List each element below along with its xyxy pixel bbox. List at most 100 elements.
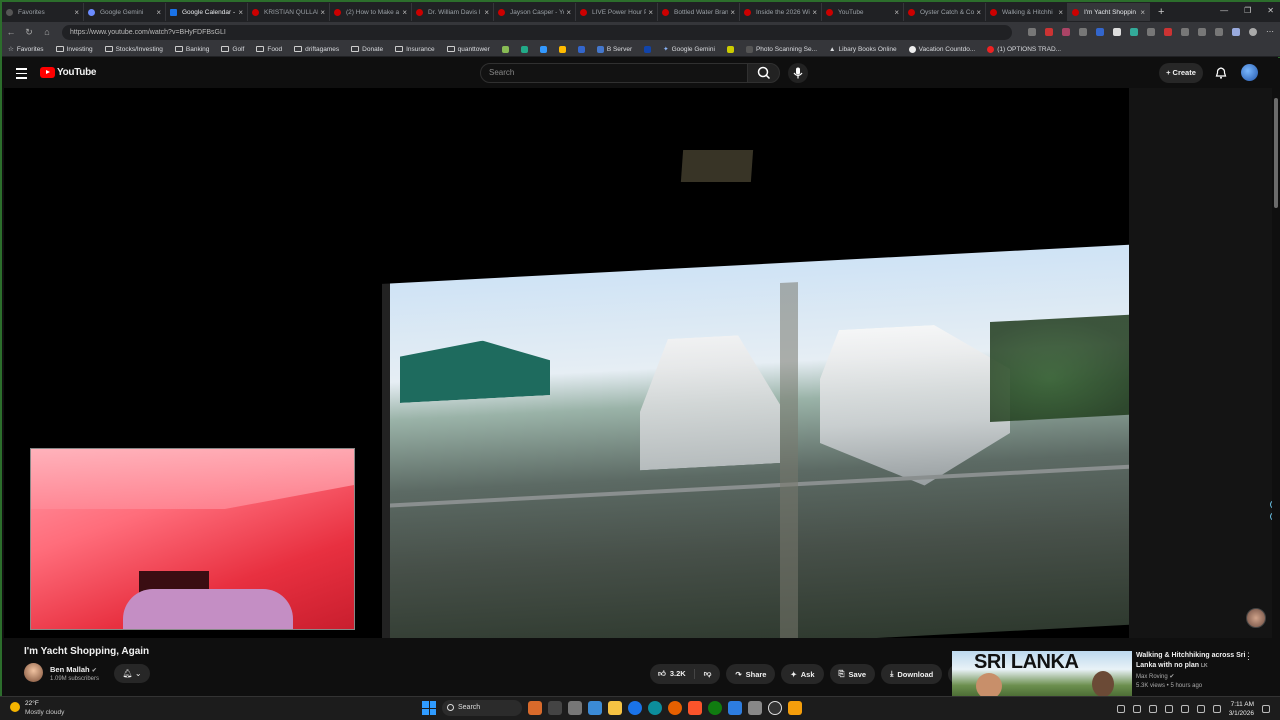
taskbar-app-icon[interactable] [528,701,542,715]
taskbar-search[interactable]: Search [442,700,522,716]
bookmark-folder[interactable]: Donate [351,46,383,53]
account-avatar[interactable] [1241,64,1258,81]
tab-gemini[interactable]: Google Gemini × [84,3,166,21]
bookmark-folder[interactable]: Stocks/Investing [104,46,163,53]
ask-button[interactable]: ✦ Ask [781,664,824,684]
tab-youtube[interactable]: Jayson Casper - Yo × [494,3,576,21]
close-icon[interactable]: × [648,8,653,17]
network-icon[interactable] [1196,705,1205,713]
scrollbar-thumb[interactable] [1274,98,1278,208]
floating-avatar[interactable] [1246,608,1266,628]
chevron-up-icon[interactable] [1116,705,1125,713]
profile-icon[interactable] [1249,28,1257,36]
refresh-icon[interactable]: ↻ [20,27,38,38]
close-icon[interactable]: × [1140,8,1145,17]
voice-search-button[interactable] [788,63,808,83]
bookmark-app-icon[interactable] [558,45,566,53]
extension-icon[interactable] [1045,28,1053,36]
close-icon[interactable]: × [894,8,899,17]
close-icon[interactable]: × [320,8,325,17]
close-icon[interactable]: × [566,8,571,17]
bookmark-folder[interactable]: Golf [221,46,244,53]
tab-youtube[interactable]: Dr. William Davis l × [412,3,494,21]
bookmark-app-icon[interactable] [577,45,585,53]
share-button[interactable]: ↷ Share [726,664,776,684]
recommended-video[interactable]: SRI LANKA Walking & Hitchhiking across S… [952,651,1280,697]
notifications-icon[interactable] [1262,705,1270,713]
recommended-channel[interactable]: Max Roving ✔ [1136,673,1174,680]
recommended-thumbnail[interactable]: SRI LANKA [952,651,1132,697]
search-input[interactable]: Search [480,63,748,83]
firefox-icon[interactable] [668,701,682,715]
bookmark-item[interactable]: ☆ Favorites [8,45,44,54]
minimize-icon[interactable]: — [1220,6,1228,15]
youtube-logo[interactable]: YouTube [40,67,97,78]
bookmark-folder[interactable]: Investing [55,46,93,53]
address-bar[interactable]: https://www.youtube.com/watch?v=BHyFDFBs… [62,24,1012,40]
page-scrollbar[interactable] [1272,88,1280,696]
bookmark-folder[interactable]: Banking [174,46,209,53]
bookmark-folder[interactable]: Insurance [395,46,435,53]
bookmark-item[interactable]: ✦ Google Gemini [663,45,715,54]
display-icon[interactable] [1180,705,1189,713]
extension-icon[interactable] [1181,28,1189,36]
extension-icon[interactable] [1113,28,1121,36]
download-button[interactable]: ⤓ Download [881,664,943,684]
dislike-button[interactable]: 👎︎ [695,669,721,679]
restore-icon[interactable]: ❐ [1244,6,1251,15]
file-explorer-icon[interactable] [608,701,622,715]
recommended-title[interactable]: Walking & Hitchhiking across Sri Lanka w… [1136,651,1256,671]
like-button[interactable]: 👍︎ 3.2K [650,669,695,679]
bookmark-app-icon[interactable] [539,45,547,53]
settings-icon[interactable] [568,701,582,715]
bookmark-app-icon[interactable] [501,45,509,53]
extension-icon[interactable] [1164,28,1172,36]
more-icon[interactable]: ⋮ [1244,651,1253,662]
create-button[interactable]: + Create [1159,63,1203,83]
back-icon[interactable]: ← [2,27,20,37]
new-tab-button[interactable]: + [1158,6,1164,18]
close-icon[interactable]: × [156,8,161,17]
tab-calendar[interactable]: Google Calendar - V × [166,3,248,21]
xbox-icon[interactable] [708,701,722,715]
volume-icon[interactable] [1212,705,1221,713]
bookmark-item[interactable]: Photo Scanning Se... [745,45,817,53]
close-icon[interactable]: × [1058,8,1063,17]
bookmark-item[interactable]: ▲ Libary Books Online [829,46,897,53]
tab-active[interactable]: I'm Yacht Shoppin × [1068,3,1150,21]
close-icon[interactable]: × [730,8,735,17]
close-icon[interactable]: × [238,8,243,17]
bookmark-app-icon[interactable] [644,45,652,53]
close-icon[interactable]: × [74,8,79,17]
channel-avatar[interactable] [24,663,43,682]
vlc-icon[interactable] [788,701,802,715]
tray-app-icon[interactable] [1164,705,1173,713]
extension-icon[interactable] [1096,28,1104,36]
tab-youtube[interactable]: Walking & Hitchhi × [986,3,1068,21]
home-icon[interactable]: ⌂ [38,27,56,37]
extension-icon[interactable] [1079,28,1087,36]
close-icon[interactable]: × [976,8,981,17]
tab-youtube[interactable]: KRISTIAN QULLAM...× [248,3,330,21]
tab-favorites[interactable]: Favorites × [2,3,84,21]
bookmark-app-icon[interactable] [726,45,734,53]
brave-icon[interactable] [688,701,702,715]
extension-icon[interactable] [1130,28,1138,36]
tab-youtube[interactable]: LIVE Power Hour Pr × [576,3,658,21]
close-icon[interactable]: × [484,8,489,17]
close-icon[interactable]: × [812,8,817,17]
bookmark-folder[interactable]: driftagames [294,46,339,53]
tab-youtube[interactable]: Oyster Catch & Co × [904,3,986,21]
clock[interactable]: 7:11 AM 3/1/2026 [1229,700,1254,718]
media-player-icon[interactable] [768,701,782,715]
menu-icon[interactable]: ⋯ [1266,28,1274,36]
bookmark-folder[interactable]: Food [256,46,282,53]
channel-name[interactable]: Ben Mallah ✔ [50,665,97,674]
start-button[interactable] [422,701,436,715]
bookmark-item[interactable]: Vacation Countdo... [908,45,975,53]
store-icon[interactable] [728,701,742,715]
extension-icon[interactable] [1062,28,1070,36]
tray-app-icon[interactable] [1148,705,1157,713]
extension-icon[interactable] [1215,28,1223,36]
tab-youtube[interactable]: Bottled Water Bran × [658,3,740,21]
